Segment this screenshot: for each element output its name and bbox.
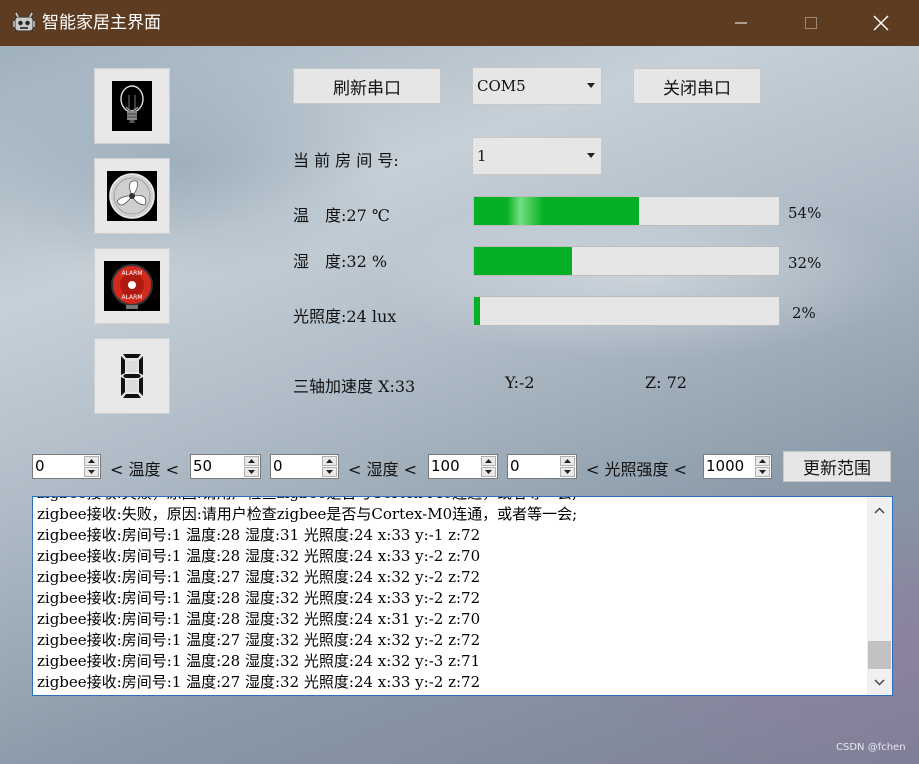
hum-min-stepper[interactable]: 0 bbox=[270, 454, 339, 479]
hum-max-value: 100 bbox=[431, 457, 460, 475]
scroll-up-button[interactable] bbox=[867, 500, 892, 520]
log-line: zigbee接收:房间号:1 温度:28 湿度:32 光照度:24 x:33 y… bbox=[37, 547, 481, 565]
room-label: 当 前 房 间 号: bbox=[293, 151, 399, 170]
accel-z-label: Z: 72 bbox=[645, 373, 687, 392]
stepper-down-icon[interactable] bbox=[84, 467, 99, 477]
log-line: zigbee接收:失败，原因:请用户检查zigbee是否与Cortex-M0连通… bbox=[37, 497, 867, 504]
humidity-percent: 32% bbox=[788, 254, 822, 272]
title-bar[interactable]: 智能家居主界面 bbox=[0, 0, 919, 46]
seven-segment-button[interactable] bbox=[94, 338, 170, 414]
room-value: 1 bbox=[477, 147, 487, 165]
light-range-label: < 光照强度 < bbox=[586, 460, 687, 479]
window-title: 智能家居主界面 bbox=[42, 13, 161, 33]
minimize-icon bbox=[735, 22, 747, 24]
maximize-icon bbox=[805, 17, 817, 29]
temp-min-value: 0 bbox=[35, 457, 45, 475]
stepper-up-icon[interactable] bbox=[481, 456, 496, 466]
hum-min-value: 0 bbox=[273, 457, 283, 475]
light-min-value: 0 bbox=[510, 457, 520, 475]
log-line: zigbee接收:失败，原因:请用户检查zigbee是否与Cortex-M0连通… bbox=[37, 505, 578, 523]
minimize-button[interactable] bbox=[718, 0, 764, 46]
stepper-down-icon[interactable] bbox=[244, 467, 259, 477]
fan-button[interactable] bbox=[94, 158, 170, 234]
alarm-text: ALARM bbox=[121, 270, 142, 277]
temperature-progress-fill bbox=[474, 197, 639, 225]
temp-max-value: 50 bbox=[193, 457, 213, 475]
alarm-text-bottom: ALARM bbox=[121, 294, 142, 301]
watermark: CSDN @fchen bbox=[836, 742, 906, 753]
stepper-down-icon[interactable] bbox=[322, 467, 337, 477]
stepper-up-icon[interactable] bbox=[84, 456, 99, 466]
temperature-label: 温 度:27 ℃ bbox=[293, 206, 390, 225]
accel-y-label: Y:-2 bbox=[505, 373, 535, 392]
update-range-button[interactable]: 更新范围 bbox=[783, 451, 891, 482]
fan-icon bbox=[107, 171, 157, 221]
light-percent: 2% bbox=[792, 304, 816, 322]
maximize-button[interactable] bbox=[788, 0, 834, 46]
serial-port-value: COM5 bbox=[477, 77, 526, 95]
humidity-progress-fill bbox=[474, 247, 572, 275]
light-min-stepper[interactable]: 0 bbox=[507, 454, 577, 479]
scroll-thumb[interactable] bbox=[868, 641, 891, 669]
light-progress-fill bbox=[474, 297, 481, 325]
serial-port-select[interactable]: COM5 bbox=[472, 67, 602, 105]
temperature-percent: 54% bbox=[788, 204, 822, 222]
light-progress-bar bbox=[473, 296, 780, 326]
temp-min-stepper[interactable]: 0 bbox=[32, 454, 101, 479]
light-max-stepper[interactable]: 1000 bbox=[703, 454, 772, 479]
close-serial-button[interactable]: 关闭串口 bbox=[633, 68, 761, 104]
accel-x-label: 三轴加速度 X:33 bbox=[293, 377, 416, 396]
light-max-value: 1000 bbox=[706, 457, 745, 475]
stepper-down-icon[interactable] bbox=[560, 467, 575, 477]
log-line: zigbee接收:房间号:1 温度:28 湿度:32 光照度:24 x:33 y… bbox=[37, 589, 481, 607]
stepper-down-icon[interactable] bbox=[481, 467, 496, 477]
alarm-button[interactable]: ALARM ALARM bbox=[94, 248, 170, 324]
log-scrollbar[interactable] bbox=[867, 497, 892, 695]
light-label: 光照度:24 lux bbox=[293, 307, 397, 326]
log-line: zigbee接收:房间号:1 温度:27 湿度:32 光照度:24 x:32 y… bbox=[37, 631, 481, 649]
chevron-down-icon bbox=[587, 153, 595, 158]
stepper-up-icon[interactable] bbox=[244, 456, 259, 466]
alarm-icon: ALARM ALARM bbox=[104, 261, 160, 311]
log-lines: zigbee接收:失败，原因:请用户检查zigbee是否与Cortex-M0连通… bbox=[37, 497, 867, 693]
log-line: zigbee接收:房间号:1 温度:28 湿度:31 光照度:24 x:33 y… bbox=[37, 526, 481, 544]
scroll-down-button[interactable] bbox=[867, 672, 892, 692]
stepper-down-icon[interactable] bbox=[755, 467, 770, 477]
app-robot-icon bbox=[13, 12, 35, 32]
log-line: zigbee接收:房间号:1 温度:28 湿度:32 光照度:24 x:32 y… bbox=[37, 652, 481, 670]
chevron-down-icon bbox=[587, 83, 595, 88]
stepper-up-icon[interactable] bbox=[322, 456, 337, 466]
room-select[interactable]: 1 bbox=[472, 137, 602, 175]
seven-segment-icon bbox=[121, 354, 143, 398]
main-window: 智能家居主界面 ALARM ALARM 刷新串口 COM5 关闭串口 当 前 房… bbox=[0, 0, 919, 764]
stepper-up-icon[interactable] bbox=[755, 456, 770, 466]
stepper-up-icon[interactable] bbox=[560, 456, 575, 466]
humidity-label: 湿 度:32 % bbox=[293, 252, 388, 271]
log-line: zigbee接收:房间号:1 温度:28 湿度:32 光照度:24 x:31 y… bbox=[37, 610, 481, 628]
temp-max-stepper[interactable]: 50 bbox=[190, 454, 261, 479]
light-bulb-button[interactable] bbox=[94, 68, 170, 144]
close-icon bbox=[873, 15, 889, 31]
log-line: zigbee接收:房间号:1 温度:27 湿度:32 光照度:24 x:32 y… bbox=[37, 568, 481, 586]
log-textarea[interactable]: zigbee接收:失败，原因:请用户检查zigbee是否与Cortex-M0连通… bbox=[32, 496, 893, 696]
temp-range-label: < 温度 < bbox=[110, 460, 179, 479]
temperature-progress-bar bbox=[473, 196, 780, 226]
hum-max-stepper[interactable]: 100 bbox=[428, 454, 498, 479]
log-line: zigbee接收:房间号:1 温度:27 湿度:32 光照度:24 x:33 y… bbox=[37, 673, 481, 691]
close-button[interactable] bbox=[858, 0, 904, 46]
humidity-progress-bar bbox=[473, 246, 780, 276]
hum-range-label: < 湿度 < bbox=[348, 460, 417, 479]
chevron-down-icon bbox=[874, 678, 885, 686]
lightbulb-icon bbox=[112, 81, 152, 131]
chevron-up-icon bbox=[874, 506, 885, 514]
refresh-serial-button[interactable]: 刷新串口 bbox=[293, 68, 441, 104]
